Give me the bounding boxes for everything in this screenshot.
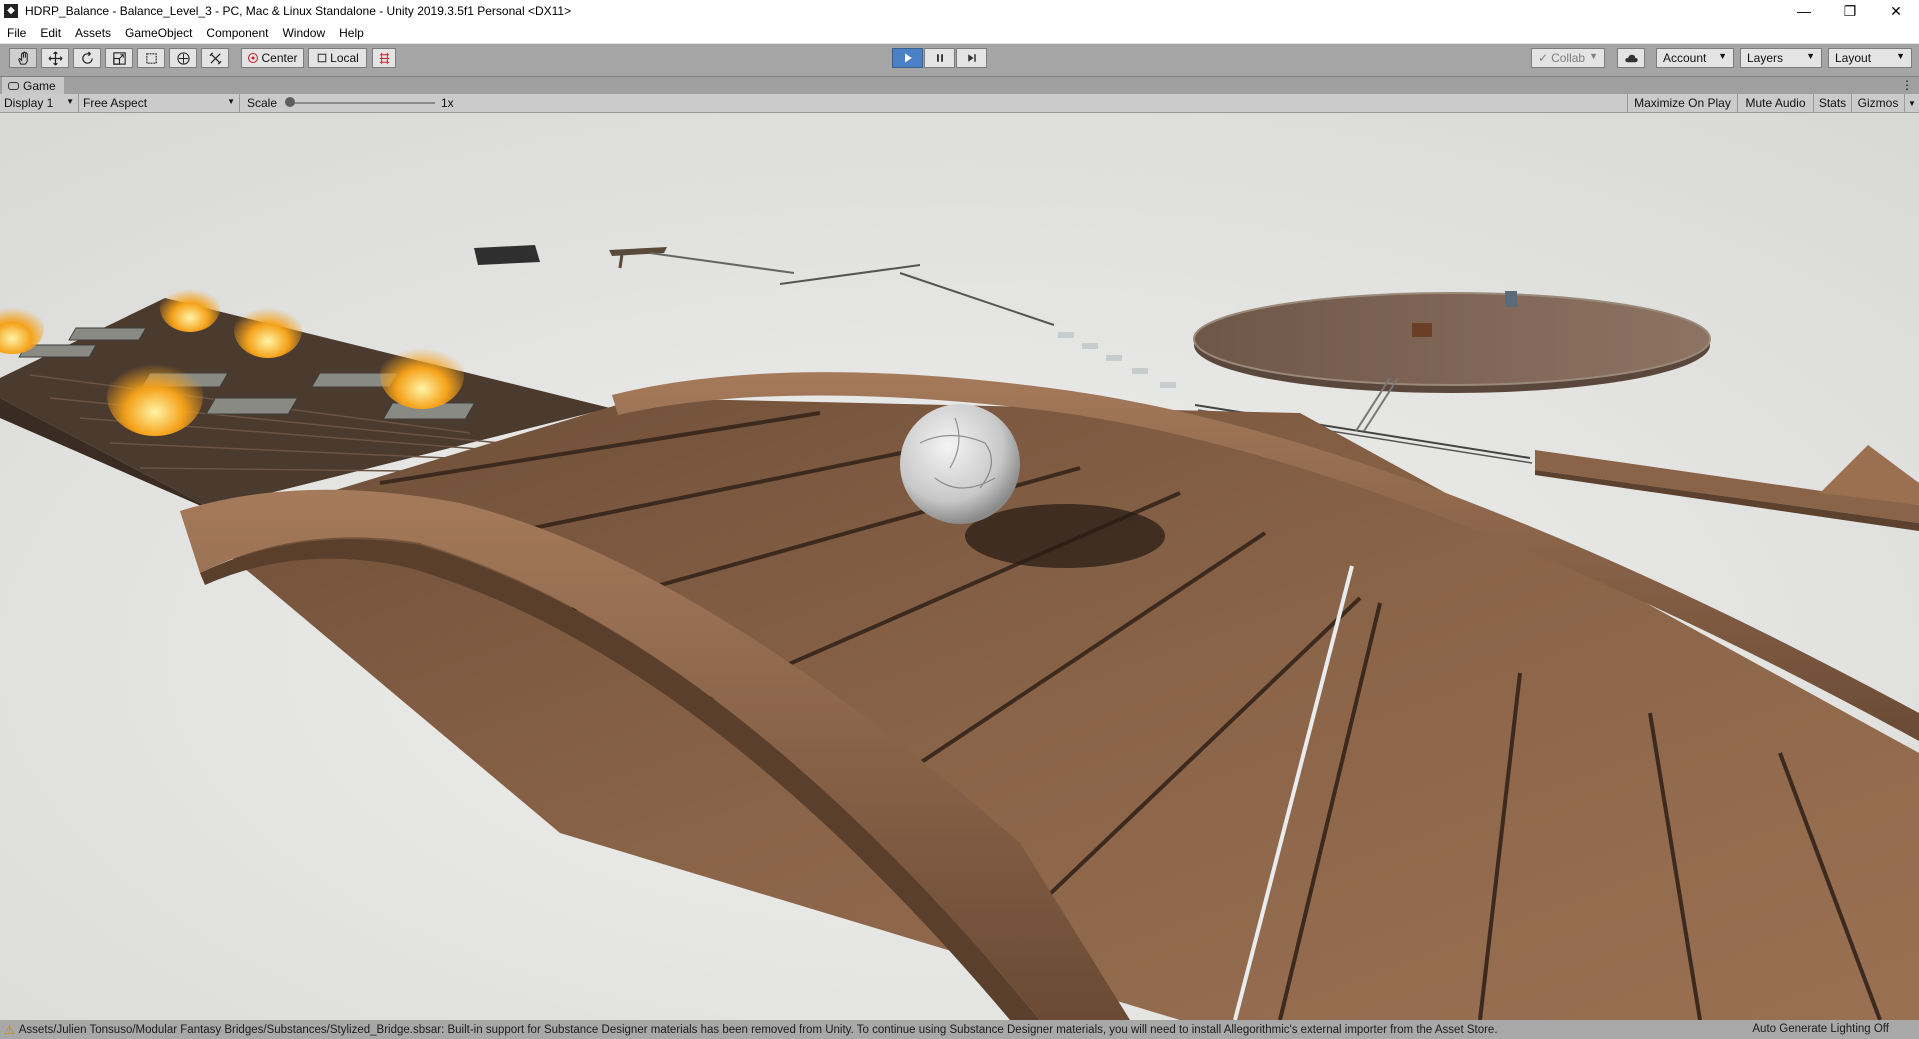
play-icon: [904, 53, 912, 63]
menu-file[interactable]: File: [0, 26, 33, 40]
local-space-icon: [317, 53, 327, 63]
pivot-mode-button[interactable]: Center: [241, 48, 304, 68]
rotate-tool-button[interactable]: [73, 48, 101, 68]
scale-value: 1x: [441, 96, 454, 110]
pause-icon: [936, 54, 943, 62]
console-message[interactable]: Assets/Julien Tonsuso/Modular Fantasy Br…: [19, 1024, 1498, 1036]
custom-tool-icon: [208, 51, 222, 65]
menu-edit[interactable]: Edit: [33, 26, 68, 40]
scale-slider-thumb[interactable]: [285, 97, 295, 107]
game-scene: [0, 113, 1919, 1020]
chevron-down-icon: ▼: [66, 97, 74, 106]
grid-snap-icon: [379, 52, 389, 64]
game-view-controls: Display 1 ▼ Free Aspect ▼ Scale 1x Maxim…: [0, 94, 1919, 113]
layout-label: Layout: [1835, 51, 1872, 65]
transform-tool-icon: [176, 51, 190, 65]
aspect-select-label: Free Aspect: [83, 96, 148, 110]
lighting-status[interactable]: Auto Generate Lighting Off: [1752, 1023, 1889, 1035]
menu-component[interactable]: Component: [199, 26, 275, 40]
cloud-button[interactable]: [1617, 48, 1645, 68]
scale-label: Scale: [247, 96, 278, 110]
pivot-mode-label: Center: [261, 51, 298, 65]
transform-tool-button[interactable]: [169, 48, 197, 68]
display-select-label: Display 1: [4, 96, 54, 110]
account-label: Account: [1663, 51, 1707, 65]
window-title-bar: ◆ HDRP_Balance - Balance_Level_3 - PC, M…: [0, 0, 1919, 22]
collab-dropdown[interactable]: ✓ Collab ▼: [1531, 48, 1605, 68]
layers-dropdown[interactable]: Layers ▼: [1740, 48, 1822, 68]
collab-check-icon: ✓: [1538, 51, 1549, 65]
layout-dropdown[interactable]: Layout ▼: [1828, 48, 1912, 68]
display-select[interactable]: Display 1 ▼: [0, 94, 79, 112]
pivot-space-button[interactable]: Local: [308, 48, 367, 68]
custom-tool-button[interactable]: [201, 48, 229, 68]
chevron-down-icon: ▼: [1896, 51, 1905, 61]
status-bar: ⚠ Assets/Julien Tonsuso/Modular Fantasy …: [0, 1020, 1919, 1039]
hand-tool-button[interactable]: [9, 48, 37, 68]
layers-label: Layers: [1747, 51, 1784, 65]
tab-game[interactable]: Game: [2, 77, 64, 94]
scale-slider-track[interactable]: [287, 102, 435, 104]
snap-grid-button[interactable]: [372, 48, 396, 68]
window-title: HDRP_Balance - Balance_Level_3 - PC, Mac…: [25, 4, 572, 18]
menu-help[interactable]: Help: [332, 26, 371, 40]
step-button[interactable]: [956, 48, 987, 68]
pivot-space-label: Local: [330, 51, 359, 65]
gizmos-toggle[interactable]: Gizmos: [1851, 94, 1904, 112]
menu-window[interactable]: Window: [275, 26, 332, 40]
maximize-button[interactable]: ❐: [1827, 0, 1873, 22]
aspect-select[interactable]: Free Aspect ▼: [79, 94, 240, 112]
scale-tool-button[interactable]: [105, 48, 133, 68]
maximize-on-play-toggle[interactable]: Maximize On Play: [1627, 94, 1737, 112]
chevron-down-icon: ▼: [1908, 98, 1916, 108]
rect-tool-button[interactable]: [137, 48, 165, 68]
chevron-down-icon: ▼: [1806, 51, 1815, 61]
gizmos-dropdown[interactable]: ▼: [1904, 94, 1919, 112]
chevron-down-icon: ▼: [1589, 51, 1598, 61]
minimize-button[interactable]: —: [1781, 0, 1827, 22]
stats-toggle[interactable]: Stats: [1813, 94, 1851, 112]
more-options-icon[interactable]: ⋮: [1901, 78, 1913, 92]
collab-label: Collab: [1551, 51, 1586, 65]
rotate-tool-icon: [81, 51, 93, 64]
unity-logo-icon: ◆: [4, 4, 18, 18]
main-toolbar: Center Local ✓ Collab ▼ Account ▼ Layers…: [0, 44, 1919, 77]
cloud-icon: [1624, 54, 1638, 62]
hand-tool-icon: [17, 50, 28, 65]
chevron-down-icon: ▼: [1718, 51, 1727, 61]
gamepad-icon: [8, 81, 19, 90]
move-tool-button[interactable]: [41, 48, 69, 68]
menu-bar: File Edit Assets GameObject Component Wi…: [0, 22, 1919, 44]
close-button[interactable]: ✕: [1873, 0, 1919, 22]
tab-game-label: Game: [23, 78, 56, 93]
rect-tool-icon: [145, 52, 157, 64]
step-icon: [967, 54, 976, 62]
scale-tool-icon: [112, 51, 126, 65]
menu-gameobject[interactable]: GameObject: [118, 26, 199, 40]
pivot-center-icon: [248, 52, 259, 64]
game-viewport[interactable]: [0, 113, 1919, 1020]
menu-assets[interactable]: Assets: [68, 26, 118, 40]
move-tool-icon: [48, 51, 62, 65]
account-dropdown[interactable]: Account ▼: [1656, 48, 1734, 68]
game-tab-bar: Game ⋮: [0, 77, 1919, 94]
mute-audio-toggle[interactable]: Mute Audio: [1737, 94, 1813, 112]
play-button[interactable]: [892, 48, 923, 68]
chevron-down-icon: ▼: [227, 97, 235, 106]
pause-button[interactable]: [924, 48, 955, 68]
warning-icon: ⚠: [4, 1022, 15, 1037]
